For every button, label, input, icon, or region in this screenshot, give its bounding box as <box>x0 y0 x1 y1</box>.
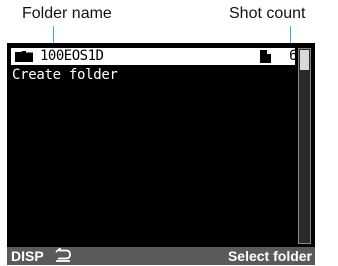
folder-row-selected[interactable]: 100EOS1D 6 <box>11 48 298 65</box>
scrollbar[interactable] <box>298 48 311 244</box>
folder-name: 100EOS1D <box>40 48 104 64</box>
folder-name-callout: Folder name <box>22 5 112 22</box>
select-folder-label: Select folder <box>227 248 312 264</box>
create-folder-item[interactable]: Create folder <box>12 67 118 84</box>
shot-count: 6 <box>289 48 298 64</box>
disp-button-label[interactable]: DISP <box>11 248 44 264</box>
file-icon <box>260 50 271 63</box>
camera-screen: 100EOS1D 6 Create folder DISP Select fol… <box>7 43 315 265</box>
folder-icon <box>15 51 33 62</box>
scrollbar-thumb[interactable] <box>300 50 309 70</box>
return-arrow-icon <box>55 248 71 262</box>
bottom-bar: DISP Select folder <box>7 247 315 265</box>
shot-count-callout: Shot count <box>229 5 306 22</box>
